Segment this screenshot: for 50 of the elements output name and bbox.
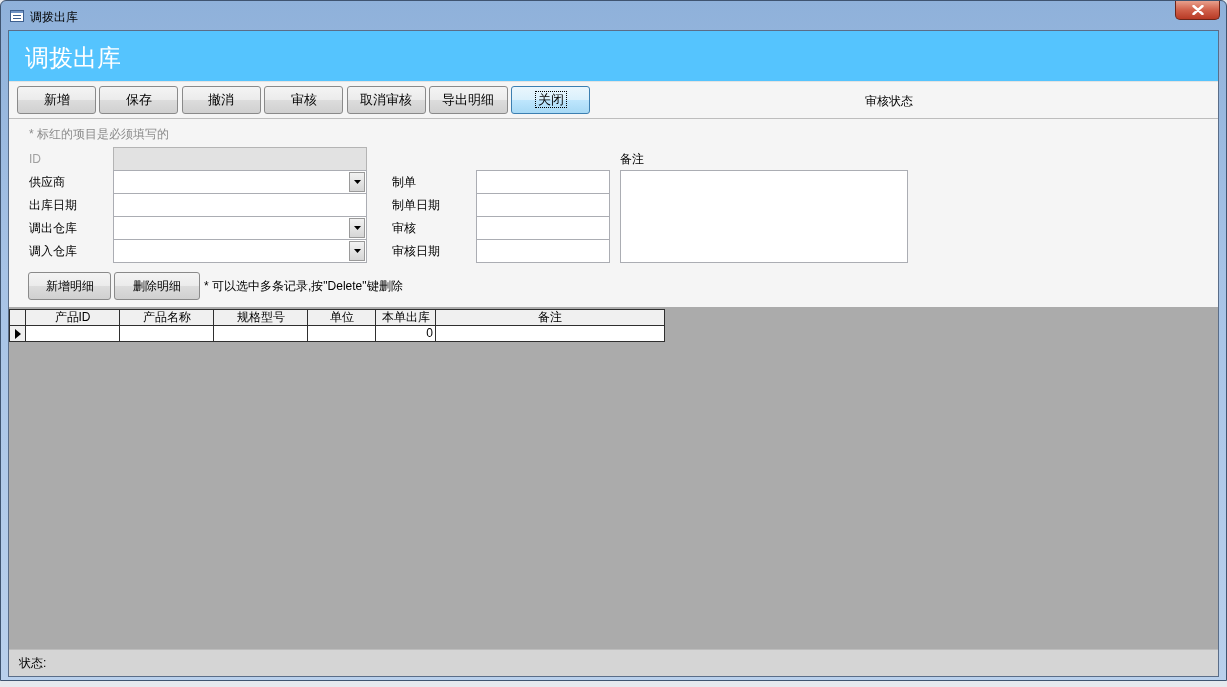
toolbar-button[interactable]: 关闭	[511, 86, 591, 114]
review-status-label: 审核状态	[864, 93, 913, 109]
field-label: 调入仓库	[29, 242, 78, 259]
window-title: 调拨出库	[30, 9, 78, 25]
detail-button[interactable]: 新增明细	[28, 272, 111, 300]
text-field[interactable]	[476, 170, 610, 194]
column-header[interactable]: 规格型号	[213, 309, 308, 326]
field-label: 备注	[620, 150, 645, 167]
field-label: 制单日期	[392, 196, 441, 213]
toolbar-button[interactable]: 取消审核	[346, 86, 426, 114]
field-label: 出库日期	[29, 196, 78, 213]
column-header[interactable]: 产品名称	[119, 309, 214, 326]
column-header[interactable]: 单位	[307, 309, 376, 326]
column-header[interactable]: 产品ID	[25, 309, 120, 326]
toolbar-button[interactable]: 导出明细	[428, 86, 508, 114]
dropdown-button[interactable]	[349, 172, 365, 192]
text-field[interactable]	[113, 193, 367, 217]
toolbar-button[interactable]: 撤消	[181, 86, 261, 114]
text-field[interactable]	[476, 216, 610, 240]
dropdown-field[interactable]	[113, 170, 367, 194]
caret-icon	[353, 180, 361, 184]
toolbar-button[interactable]: 审核	[264, 86, 344, 114]
column-header[interactable]: 本单出库	[375, 309, 436, 326]
detail-button[interactable]: 删除明细	[114, 272, 200, 300]
field-label: 制单	[392, 173, 417, 190]
form-icon	[10, 10, 24, 22]
notes-field[interactable]	[620, 170, 908, 263]
required-hint: * 标红的项目是必须填写的	[29, 126, 170, 142]
close-icon	[1191, 5, 1204, 15]
dropdown-button[interactable]	[349, 241, 365, 261]
caret-icon	[353, 226, 361, 230]
field-label: 审核	[392, 219, 417, 236]
column-header[interactable]: 备注	[435, 309, 665, 326]
text-field[interactable]	[476, 239, 610, 263]
toolbar-button[interactable]: 保存	[99, 86, 179, 114]
field-label: 调出仓库	[29, 219, 78, 236]
dropdown-field[interactable]	[113, 239, 367, 263]
dropdown-field[interactable]	[113, 216, 367, 240]
field-label: 审核日期	[392, 242, 441, 259]
page-title: 调拨出库	[25, 42, 121, 73]
caret-icon	[353, 249, 361, 253]
status-text: 状态:	[19, 655, 47, 671]
dropdown-button[interactable]	[349, 218, 365, 238]
field-label: ID	[29, 150, 42, 167]
triangle-icon	[14, 328, 21, 339]
text-field[interactable]	[476, 193, 610, 217]
toolbar-button[interactable]: 新增	[17, 86, 96, 114]
delete-hint: * 可以选中多条记录,按"Delete"键删除	[204, 278, 403, 294]
close-button[interactable]	[1175, 1, 1220, 20]
field-label: 供应商	[29, 173, 66, 190]
